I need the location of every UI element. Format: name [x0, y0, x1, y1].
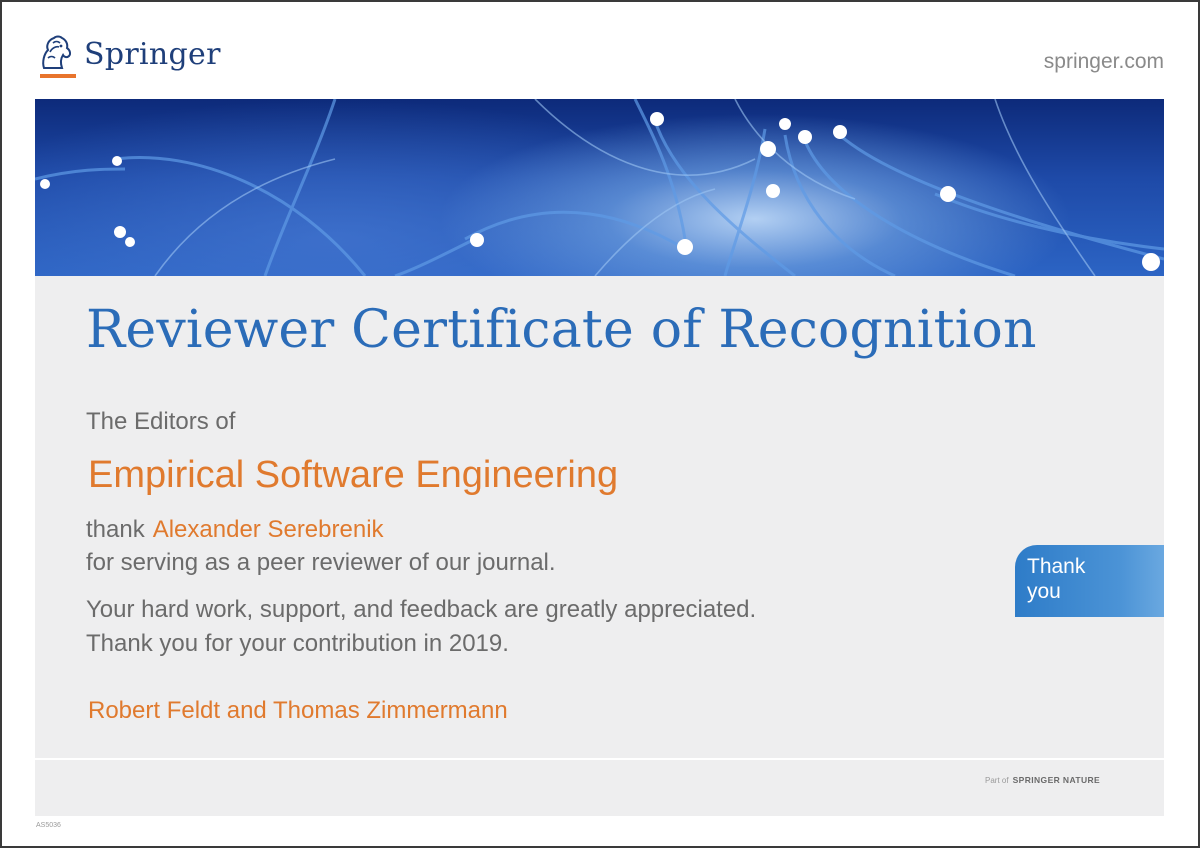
springer-logo: Springer	[36, 34, 221, 80]
document-code: AS5036	[36, 822, 61, 829]
footer-band	[35, 758, 1164, 816]
certificate-title: Reviewer Certificate of Recognition	[86, 300, 1037, 360]
badge-line-2: you	[1027, 580, 1061, 603]
appreciation-line: Your hard work, support, and feedback ar…	[86, 596, 757, 623]
badge-line-1: Thank	[1027, 555, 1086, 578]
thank-word: thank	[86, 516, 145, 543]
part-of-label: Part of	[985, 776, 1009, 785]
brand-name: Springer	[84, 36, 221, 72]
contribution-line: Thank you for your contribution in 2019.	[86, 630, 509, 657]
website-link[interactable]: springer.com	[1044, 50, 1164, 74]
springer-horse-icon	[36, 34, 76, 80]
part-of-springer-nature: Part of SPRINGER NATURE	[985, 775, 1100, 785]
thank-you-badge: Thank you	[1015, 545, 1164, 617]
springer-nature-logo: SPRINGER NATURE	[1012, 775, 1101, 785]
serving-line: for serving as a peer reviewer of our jo…	[86, 549, 556, 576]
thank-line: thank Alexander Serebrenik	[86, 516, 384, 544]
journal-name: Empirical Software Engineering	[88, 454, 619, 496]
fiber-optic-banner	[35, 99, 1164, 276]
editors-of-label: The Editors of	[86, 408, 236, 435]
signers: Robert Feldt and Thomas Zimmermann	[88, 697, 508, 724]
reviewer-name: Alexander Serebrenik	[152, 516, 384, 543]
